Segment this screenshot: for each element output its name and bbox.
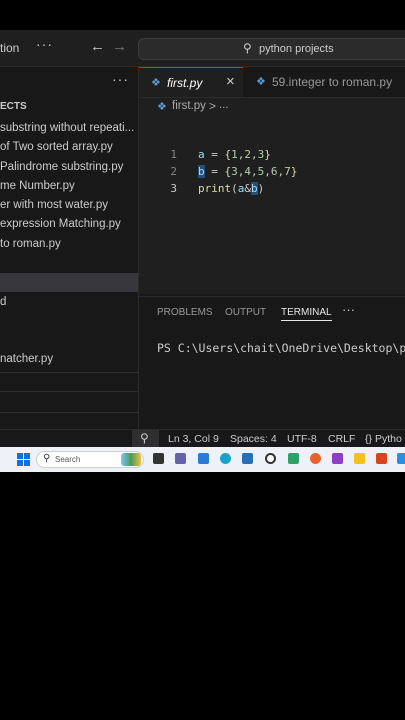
- paren-close: ): [257, 182, 265, 195]
- brave-icon[interactable]: [376, 453, 387, 464]
- assign-op: =: [204, 148, 225, 161]
- set-items: 1,2,3: [231, 148, 265, 161]
- windows-taskbar: ⚲ Search: [0, 447, 405, 472]
- cursor-position[interactable]: Ln 3, Col 9: [168, 433, 219, 445]
- store-icon[interactable]: [198, 453, 209, 464]
- app-icon[interactable]: [288, 453, 299, 464]
- teams-icon[interactable]: [175, 453, 186, 464]
- explorer-more-button[interactable]: ···: [112, 71, 129, 87]
- python-file-icon: ❖: [157, 101, 167, 113]
- code-editor[interactable]: ❖ first.py > ... 1 a = {1,2,3} 2 b = {3,…: [139, 98, 405, 294]
- search-icon: ⚲: [243, 41, 252, 55]
- divider: [0, 372, 138, 373]
- language-label: Pytho: [374, 433, 402, 445]
- language-mode[interactable]: {} Pytho: [365, 433, 402, 445]
- brace-close: }: [290, 165, 298, 178]
- windows-start-icon[interactable]: [17, 453, 30, 466]
- breadcrumb-more[interactable]: ...: [219, 99, 229, 111]
- file-item[interactable]: substring without repeati...: [0, 122, 134, 134]
- explorer-title: tion: [0, 41, 20, 55]
- file-item[interactable]: to roman.py: [0, 238, 61, 250]
- tab-output[interactable]: OUTPUT: [225, 307, 266, 318]
- line-number: 3: [170, 182, 177, 195]
- more-actions-button[interactable]: ···: [36, 36, 53, 52]
- search-icon: ⚲: [43, 453, 51, 464]
- tab-terminal[interactable]: TERMINAL: [281, 307, 332, 321]
- panel-more-button[interactable]: ···: [342, 302, 355, 317]
- editor-tabs: ❖ first.py × ❖ 59.integer to roman.py: [139, 67, 405, 98]
- brace-close: }: [264, 148, 271, 161]
- search-highlight-image: [121, 453, 141, 466]
- file-item[interactable]: expression Matching.py: [0, 218, 121, 230]
- divider: [0, 391, 138, 392]
- vscode-icon[interactable]: [397, 453, 405, 464]
- code-line-1[interactable]: a = {1,2,3}: [198, 148, 271, 161]
- tab-label: first.py: [167, 76, 203, 90]
- file-item[interactable]: Palindrome substring.py: [0, 161, 123, 173]
- app-icon[interactable]: [332, 453, 343, 464]
- indentation[interactable]: Spaces: 4: [230, 433, 277, 445]
- file-item[interactable]: er with most water.py: [0, 199, 108, 211]
- explorer-sidebar: ··· ECTS substring without repeati... of…: [0, 67, 139, 435]
- back-arrow-icon[interactable]: ←: [90, 38, 105, 55]
- line-ending[interactable]: CRLF: [328, 433, 355, 445]
- taskbar-search[interactable]: ⚲ Search: [36, 451, 144, 468]
- close-icon[interactable]: ×: [226, 73, 235, 90]
- tab-problems[interactable]: PROBLEMS: [157, 307, 213, 318]
- zoom-icon[interactable]: ⚲: [140, 431, 149, 445]
- tab-first-py[interactable]: ❖ first.py ×: [139, 67, 243, 97]
- variable-a: a: [198, 148, 205, 161]
- code-line-3[interactable]: print(a&b): [198, 182, 264, 195]
- bottom-panel: PROBLEMS OUTPUT TERMINAL ··· PS C:\Users…: [139, 296, 405, 436]
- arg-b: b: [251, 182, 258, 195]
- file-item[interactable]: natcher.py: [0, 353, 53, 365]
- line-number: 2: [170, 165, 177, 178]
- paren-open: (: [231, 182, 238, 195]
- assign-op: =: [204, 165, 225, 178]
- search-placeholder: Search: [55, 455, 81, 464]
- command-center-search[interactable]: ⚲ python projects: [138, 38, 405, 60]
- firefox-icon[interactable]: [310, 453, 321, 464]
- file-item[interactable]: me Number.py: [0, 180, 75, 192]
- encoding[interactable]: UTF-8: [287, 433, 317, 445]
- file-item[interactable]: d: [0, 296, 6, 308]
- breadcrumb-chevron: >: [209, 99, 217, 113]
- file-explorer-icon[interactable]: [354, 453, 365, 464]
- project-folder-header[interactable]: ECTS: [0, 101, 27, 112]
- code-line-2[interactable]: b = {3,4,5,6,7}: [198, 165, 297, 178]
- braces-icon: {}: [365, 433, 373, 445]
- set-items: 3,4,5,6,7: [231, 165, 291, 178]
- variable-b: b: [198, 165, 205, 178]
- search-text: python projects: [259, 43, 334, 55]
- divider: [0, 412, 138, 413]
- task-view-icon[interactable]: [153, 453, 164, 464]
- status-bar: ⚲ Ln 3, Col 9 Spaces: 4 UTF-8 CRLF {} Py…: [0, 429, 405, 448]
- line-number: 1: [170, 148, 177, 161]
- edge-icon[interactable]: [220, 453, 231, 464]
- and-operator: &: [244, 182, 251, 195]
- tab-integer-to-roman[interactable]: 59.integer to roman.py: [272, 75, 392, 89]
- print-func: print: [198, 182, 232, 195]
- title-bar: tion ··· ← → ⚲ python projects: [0, 30, 405, 67]
- breadcrumb-file[interactable]: first.py: [172, 100, 206, 112]
- file-item[interactable]: of Two sorted array.py: [0, 141, 113, 153]
- forward-arrow-icon[interactable]: →: [112, 38, 127, 55]
- app-icon[interactable]: [242, 453, 253, 464]
- vscode-window: tion ··· ← → ⚲ python projects ··· ECTS …: [0, 30, 405, 472]
- python-file-icon: ❖: [151, 77, 161, 89]
- github-icon[interactable]: [265, 453, 276, 464]
- terminal-prompt[interactable]: PS C:\Users\chait\OneDrive\Desktop\pyth: [157, 341, 405, 355]
- python-file-icon: ❖: [256, 76, 266, 88]
- selected-row[interactable]: [0, 273, 138, 292]
